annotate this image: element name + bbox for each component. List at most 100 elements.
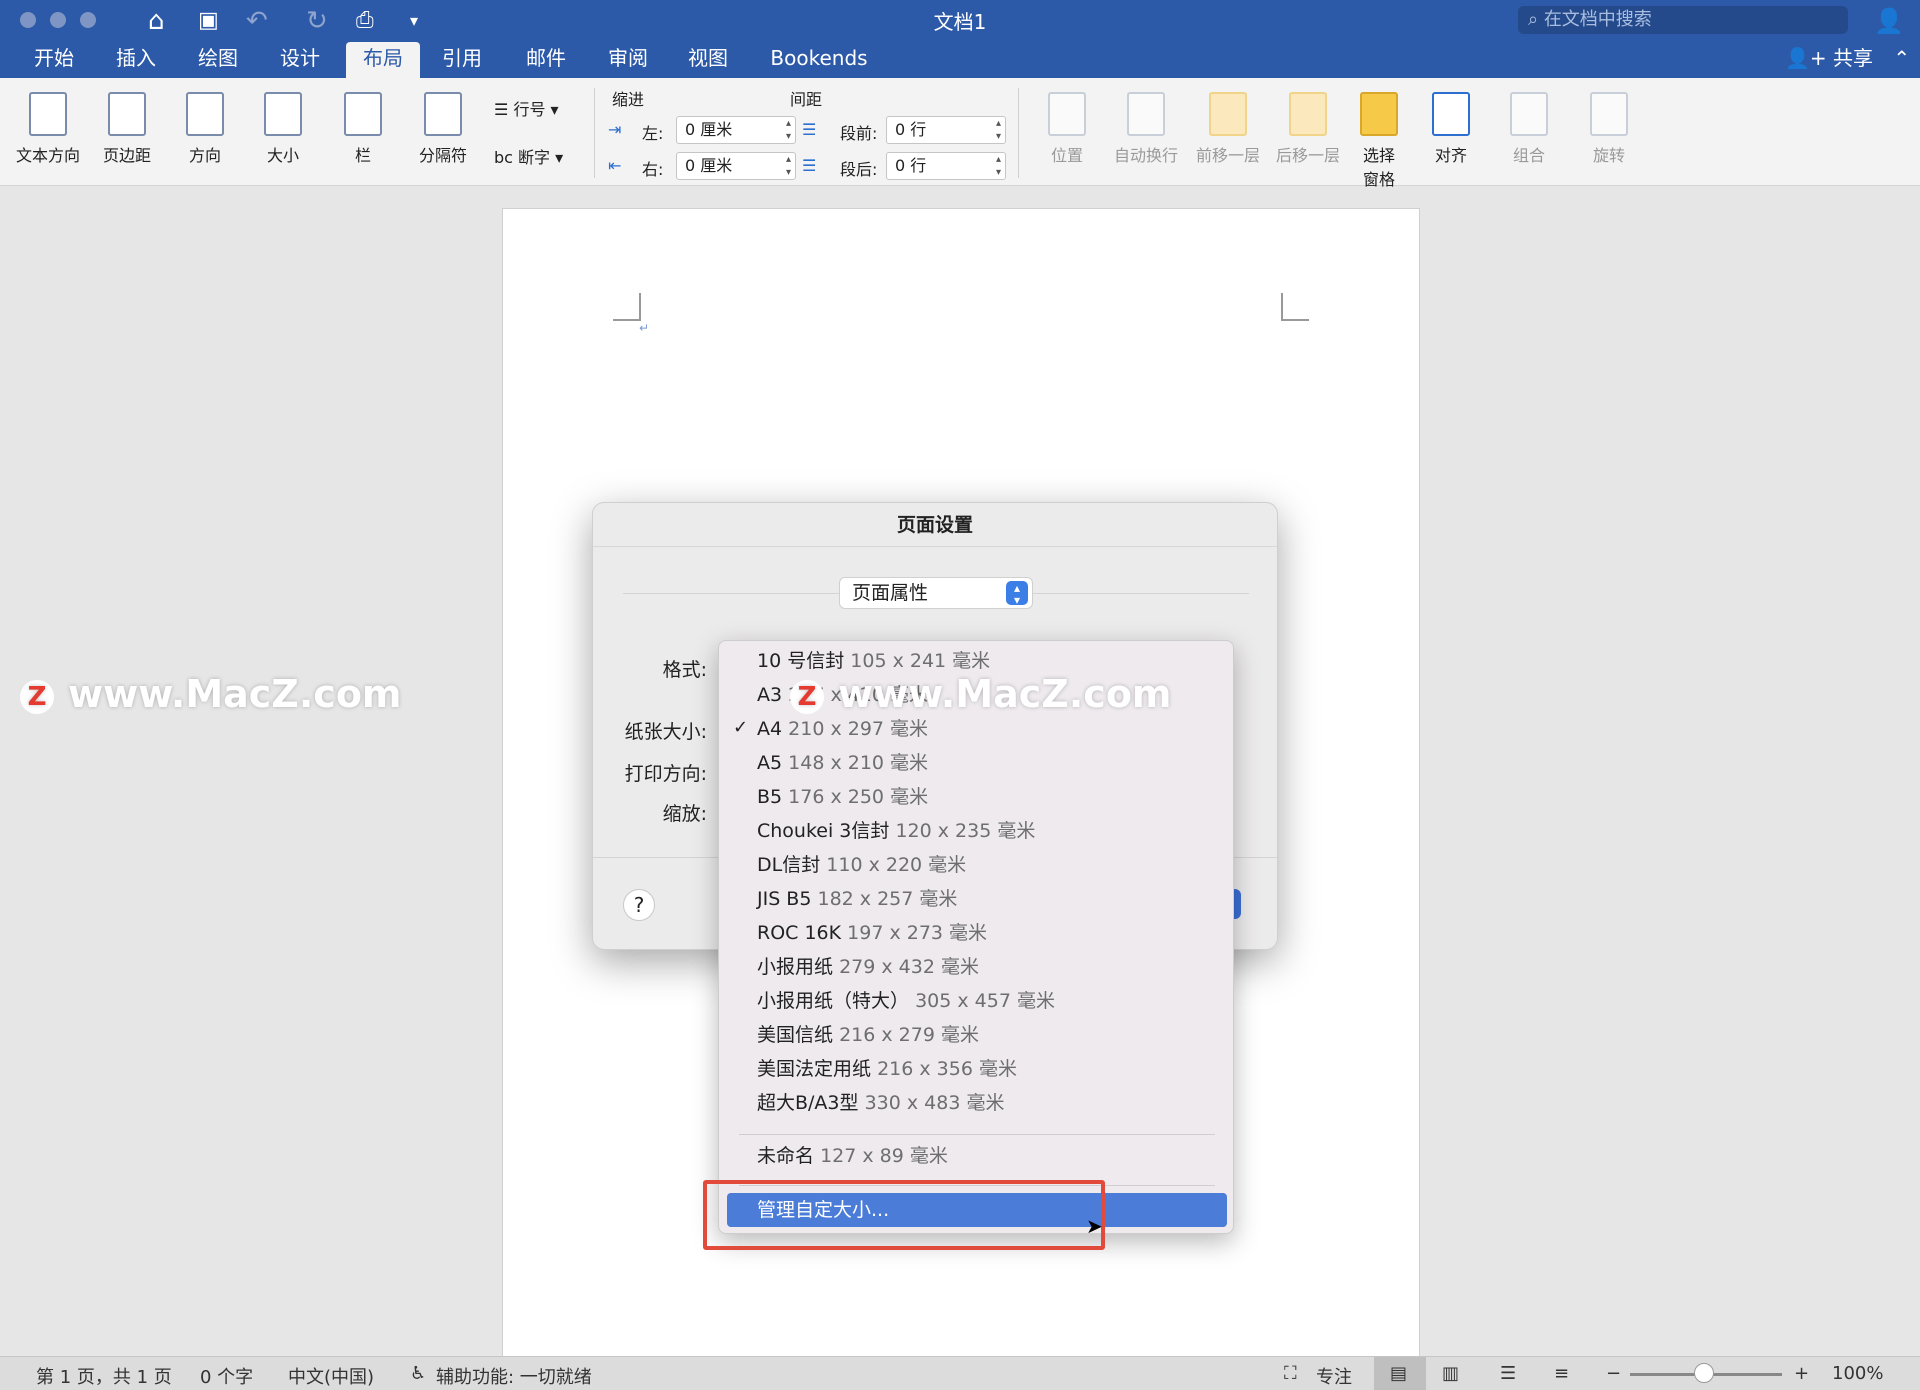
tab-view[interactable]: 视图 <box>676 42 740 78</box>
position-button[interactable]: 位置 <box>1034 92 1100 166</box>
watermark-logo-icon: Z <box>790 679 824 714</box>
size-icon <box>264 92 302 136</box>
menu-item[interactable]: A5 148 x 210 毫米 <box>757 746 928 780</box>
zoom-level[interactable]: 100% <box>1832 1363 1883 1384</box>
bring-forward-label: 前移一层 <box>1195 146 1260 165</box>
space-before-field[interactable]: 0 行 <box>886 116 1006 144</box>
group-icon <box>1510 92 1548 136</box>
line-numbers-button[interactable]: ☰ 行号 ▾ <box>494 96 559 120</box>
tab-insert[interactable]: 插入 <box>104 42 168 78</box>
outline-view-icon[interactable]: ☰ <box>1500 1363 1516 1384</box>
bring-forward-icon <box>1209 92 1247 136</box>
menu-item-custom[interactable]: 未命名 127 x 89 毫米 <box>757 1139 948 1173</box>
watermark: Zwww.MacZ.com <box>20 672 402 716</box>
hyphenation-icon: bc <box>494 148 513 167</box>
tab-layout[interactable]: 布局 <box>346 42 420 78</box>
watermark-logo-icon: Z <box>20 679 54 714</box>
menu-item[interactable]: 美国法定用纸 216 x 356 毫米 <box>757 1052 1017 1086</box>
settings-popup[interactable]: 页面属性 ▴ ▾ <box>839 577 1033 609</box>
margin-corner <box>1281 293 1309 321</box>
size-button[interactable]: 大小 <box>250 92 316 166</box>
menu-item[interactable]: 美国信纸 216 x 279 毫米 <box>757 1018 979 1052</box>
menu-item[interactable]: 超大B/A3型 330 x 483 毫米 <box>757 1086 1004 1120</box>
accessibility-status[interactable]: 辅助功能: 一切就绪 <box>436 1363 592 1389</box>
menu-item[interactable]: Choukei 3信封 120 x 235 毫米 <box>757 814 1035 848</box>
word-count[interactable]: 0 个字 <box>200 1363 253 1389</box>
accessibility-icon: ♿ <box>410 1363 427 1384</box>
paper-name: A4 <box>757 718 783 740</box>
align-label: 对齐 <box>1434 146 1467 165</box>
bring-forward-button[interactable]: 前移一层 <box>1190 92 1266 166</box>
text-direction-button[interactable]: 文本方向 <box>10 92 86 166</box>
orientation-icon <box>186 92 224 136</box>
menu-item[interactable]: JIS B5 182 x 257 毫米 <box>757 882 957 916</box>
paper-name: Choukei 3信封 <box>757 820 890 842</box>
paper-name: JIS B5 <box>757 888 812 910</box>
divider <box>1018 88 1019 178</box>
indent-right-field[interactable]: 0 厘米 <box>676 152 796 180</box>
menu-item[interactable]: 小报用纸（特大） 305 x 457 毫米 <box>757 984 1055 1018</box>
group-label: 组合 <box>1512 146 1545 165</box>
menu-item-selected[interactable]: A4 210 x 297 毫米 <box>757 712 928 746</box>
tab-references[interactable]: 引用 <box>430 42 494 78</box>
checkmark-icon: ✓ <box>733 717 749 738</box>
paper-name: 超大B/A3型 <box>757 1092 859 1114</box>
indent-title: 缩进 <box>612 90 645 109</box>
paper-dims: 279 x 432 毫米 <box>839 956 979 978</box>
tab-bookends[interactable]: Bookends <box>760 42 878 78</box>
dialog-title: 页面设置 <box>593 503 1277 547</box>
menu-item[interactable]: 小报用纸 279 x 432 毫米 <box>757 950 979 984</box>
tab-design[interactable]: 设计 <box>268 42 332 78</box>
indent-left-label: 左: <box>642 124 664 143</box>
margins-button[interactable]: 页边距 <box>94 92 160 166</box>
space-after-icon: ☰ <box>802 156 817 175</box>
tab-review[interactable]: 审阅 <box>596 42 660 78</box>
tab-draw[interactable]: 绘图 <box>186 42 250 78</box>
menu-item[interactable]: ROC 16K 197 x 273 毫米 <box>757 916 987 950</box>
draft-view-icon[interactable]: ≡ <box>1554 1363 1569 1384</box>
space-after-field[interactable]: 0 行 <box>886 152 1006 180</box>
margins-label: 页边距 <box>102 146 151 165</box>
hyphenation-button[interactable]: bc 断字 ▾ <box>494 144 563 168</box>
collapse-ribbon-icon[interactable]: ⌃ <box>1893 46 1910 70</box>
web-layout-icon[interactable]: ▥ <box>1442 1363 1459 1384</box>
indent-left-field[interactable]: 0 厘米 <box>676 116 796 144</box>
margin-corner <box>613 293 641 321</box>
share-label: 共享 <box>1833 46 1874 70</box>
help-button[interactable]: ? <box>623 889 655 921</box>
zoom-out-icon[interactable]: − <box>1606 1363 1621 1384</box>
position-icon <box>1048 92 1086 136</box>
selection-pane-button[interactable]: 选择窗格 <box>1356 92 1402 190</box>
breaks-button[interactable]: 分隔符 <box>408 92 478 166</box>
menu-item[interactable]: B5 176 x 250 毫米 <box>757 780 928 814</box>
spacing-title: 间距 <box>790 90 823 109</box>
menu-separator <box>739 1134 1215 1135</box>
zoom-slider-handle[interactable] <box>1694 1363 1714 1383</box>
send-backward-button[interactable]: 后移一层 <box>1270 92 1346 166</box>
align-button[interactable]: 对齐 <box>1418 92 1484 166</box>
share-button[interactable]: 👤+ 共享 ⌃ <box>1785 42 1910 71</box>
orientation-label: 打印方向: <box>624 763 707 785</box>
wrap-text-button[interactable]: 自动换行 <box>1106 92 1186 166</box>
tab-home[interactable]: 开始 <box>22 42 86 78</box>
rotate-button[interactable]: 旋转 <box>1576 92 1642 166</box>
columns-button[interactable]: 栏 <box>330 92 396 166</box>
ribbon: 文本方向 页边距 方向 大小 栏 分隔符 ☰ 行号 ▾ bc 断字 ▾ 缩进 间… <box>0 78 1920 189</box>
orientation-button[interactable]: 方向 <box>172 92 238 166</box>
menu-item[interactable]: DL信封 110 x 220 毫米 <box>757 848 966 882</box>
position-label: 位置 <box>1050 146 1083 165</box>
search-input[interactable]: ⌕ 在文档中搜索 <box>1518 6 1848 34</box>
page-count[interactable]: 第 1 页，共 1 页 <box>36 1363 172 1389</box>
indent-right-icon: ⇤ <box>608 156 622 175</box>
zoom-in-icon[interactable]: + <box>1794 1363 1809 1384</box>
focus-button[interactable]: 专注 <box>1316 1363 1352 1389</box>
watermark: Zwww.MacZ.com <box>790 672 1172 716</box>
paper-dims: 305 x 457 毫米 <box>915 990 1055 1012</box>
account-icon[interactable]: 👤 <box>1874 6 1904 36</box>
scale-label: 缩放: <box>662 803 707 825</box>
language-status[interactable]: 中文(中国) <box>288 1363 374 1389</box>
group-button[interactable]: 组合 <box>1496 92 1562 166</box>
paper-dims: 110 x 220 毫米 <box>826 854 967 876</box>
tab-mailings[interactable]: 邮件 <box>514 42 578 78</box>
paper-name: B5 <box>757 786 783 808</box>
